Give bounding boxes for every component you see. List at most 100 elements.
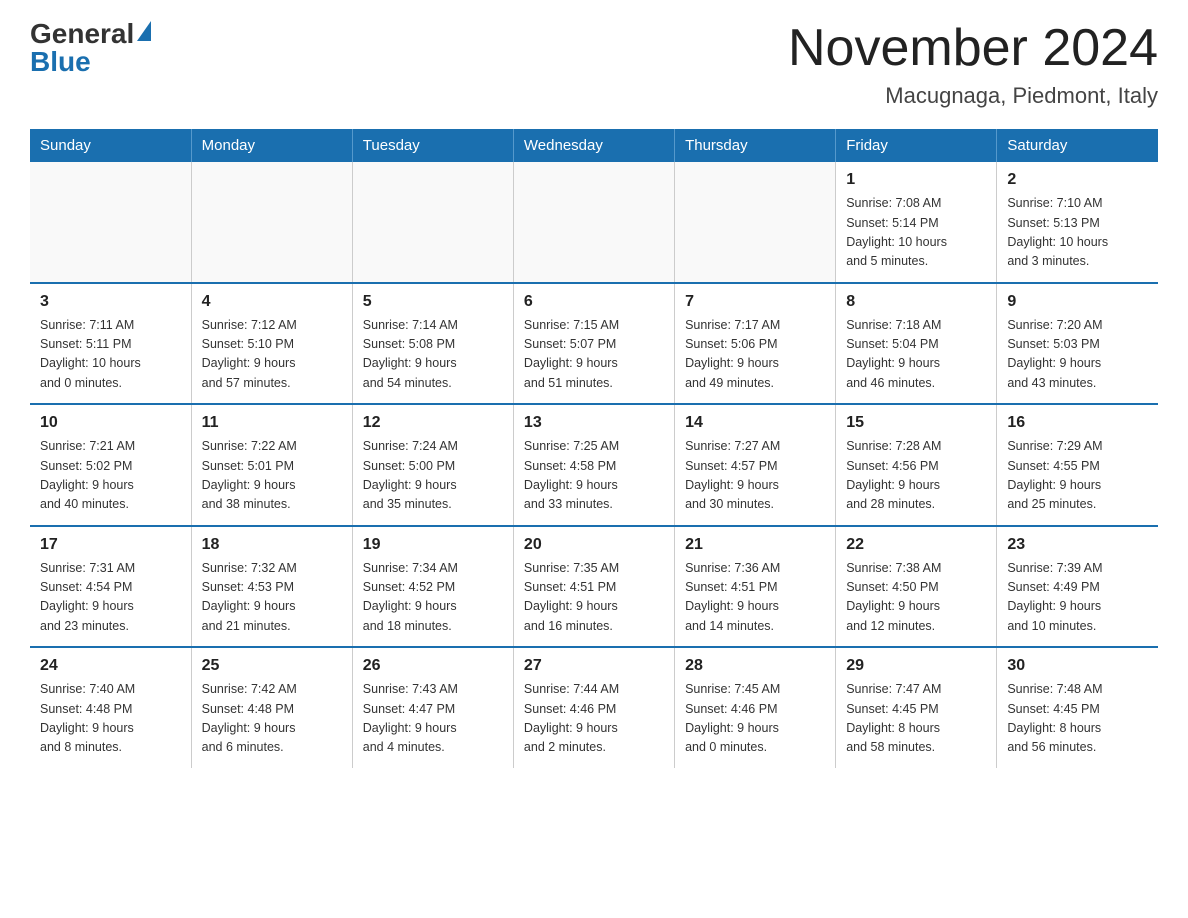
- calendar-cell: [352, 162, 513, 283]
- day-info: Sunrise: 7:28 AM Sunset: 4:56 PM Dayligh…: [846, 437, 986, 515]
- day-number: 15: [846, 411, 986, 435]
- day-info: Sunrise: 7:39 AM Sunset: 4:49 PM Dayligh…: [1007, 559, 1148, 637]
- day-number: 10: [40, 411, 181, 435]
- day-number: 14: [685, 411, 825, 435]
- calendar-week-row: 10Sunrise: 7:21 AM Sunset: 5:02 PM Dayli…: [30, 404, 1158, 526]
- calendar-cell: 8Sunrise: 7:18 AM Sunset: 5:04 PM Daylig…: [836, 283, 997, 405]
- weekday-header-monday: Monday: [191, 129, 352, 162]
- day-number: 8: [846, 290, 986, 314]
- calendar-cell: 2Sunrise: 7:10 AM Sunset: 5:13 PM Daylig…: [997, 162, 1158, 283]
- day-info: Sunrise: 7:24 AM Sunset: 5:00 PM Dayligh…: [363, 437, 503, 515]
- calendar-week-row: 17Sunrise: 7:31 AM Sunset: 4:54 PM Dayli…: [30, 526, 1158, 648]
- page-header: General Blue November 2024 Macugnaga, Pi…: [30, 20, 1158, 109]
- day-number: 9: [1007, 290, 1148, 314]
- calendar-table: SundayMondayTuesdayWednesdayThursdayFrid…: [30, 129, 1158, 768]
- calendar-cell: 4Sunrise: 7:12 AM Sunset: 5:10 PM Daylig…: [191, 283, 352, 405]
- day-info: Sunrise: 7:18 AM Sunset: 5:04 PM Dayligh…: [846, 316, 986, 394]
- calendar-cell: 26Sunrise: 7:43 AM Sunset: 4:47 PM Dayli…: [352, 647, 513, 768]
- day-info: Sunrise: 7:44 AM Sunset: 4:46 PM Dayligh…: [524, 680, 664, 758]
- calendar-cell: [513, 162, 674, 283]
- calendar-cell: 10Sunrise: 7:21 AM Sunset: 5:02 PM Dayli…: [30, 404, 191, 526]
- logo: General Blue: [30, 20, 151, 76]
- calendar-header: SundayMondayTuesdayWednesdayThursdayFrid…: [30, 129, 1158, 162]
- calendar-cell: 3Sunrise: 7:11 AM Sunset: 5:11 PM Daylig…: [30, 283, 191, 405]
- day-number: 24: [40, 654, 181, 678]
- calendar-cell: [675, 162, 836, 283]
- weekday-header-sunday: Sunday: [30, 129, 191, 162]
- day-number: 7: [685, 290, 825, 314]
- calendar-cell: 13Sunrise: 7:25 AM Sunset: 4:58 PM Dayli…: [513, 404, 674, 526]
- calendar-cell: 22Sunrise: 7:38 AM Sunset: 4:50 PM Dayli…: [836, 526, 997, 648]
- day-number: 22: [846, 533, 986, 557]
- day-info: Sunrise: 7:29 AM Sunset: 4:55 PM Dayligh…: [1007, 437, 1148, 515]
- logo-blue-text: Blue: [30, 48, 91, 76]
- day-info: Sunrise: 7:35 AM Sunset: 4:51 PM Dayligh…: [524, 559, 664, 637]
- day-number: 4: [202, 290, 342, 314]
- calendar-cell: [191, 162, 352, 283]
- day-number: 11: [202, 411, 342, 435]
- day-number: 5: [363, 290, 503, 314]
- day-number: 27: [524, 654, 664, 678]
- day-info: Sunrise: 7:27 AM Sunset: 4:57 PM Dayligh…: [685, 437, 825, 515]
- day-info: Sunrise: 7:36 AM Sunset: 4:51 PM Dayligh…: [685, 559, 825, 637]
- calendar-cell: 30Sunrise: 7:48 AM Sunset: 4:45 PM Dayli…: [997, 647, 1158, 768]
- logo-triangle-icon: [137, 21, 151, 41]
- calendar-cell: 21Sunrise: 7:36 AM Sunset: 4:51 PM Dayli…: [675, 526, 836, 648]
- weekday-header-wednesday: Wednesday: [513, 129, 674, 162]
- calendar-cell: 5Sunrise: 7:14 AM Sunset: 5:08 PM Daylig…: [352, 283, 513, 405]
- calendar-cell: 19Sunrise: 7:34 AM Sunset: 4:52 PM Dayli…: [352, 526, 513, 648]
- day-number: 23: [1007, 533, 1148, 557]
- day-number: 16: [1007, 411, 1148, 435]
- weekday-header-tuesday: Tuesday: [352, 129, 513, 162]
- calendar-cell: 17Sunrise: 7:31 AM Sunset: 4:54 PM Dayli…: [30, 526, 191, 648]
- calendar-body: 1Sunrise: 7:08 AM Sunset: 5:14 PM Daylig…: [30, 162, 1158, 768]
- logo-general-text: General: [30, 20, 134, 48]
- day-info: Sunrise: 7:22 AM Sunset: 5:01 PM Dayligh…: [202, 437, 342, 515]
- day-number: 1: [846, 168, 986, 192]
- calendar-week-row: 3Sunrise: 7:11 AM Sunset: 5:11 PM Daylig…: [30, 283, 1158, 405]
- day-info: Sunrise: 7:25 AM Sunset: 4:58 PM Dayligh…: [524, 437, 664, 515]
- day-info: Sunrise: 7:31 AM Sunset: 4:54 PM Dayligh…: [40, 559, 181, 637]
- day-info: Sunrise: 7:17 AM Sunset: 5:06 PM Dayligh…: [685, 316, 825, 394]
- day-info: Sunrise: 7:47 AM Sunset: 4:45 PM Dayligh…: [846, 680, 986, 758]
- title-block: November 2024 Macugnaga, Piedmont, Italy: [788, 20, 1158, 109]
- day-number: 25: [202, 654, 342, 678]
- day-info: Sunrise: 7:45 AM Sunset: 4:46 PM Dayligh…: [685, 680, 825, 758]
- calendar-cell: 18Sunrise: 7:32 AM Sunset: 4:53 PM Dayli…: [191, 526, 352, 648]
- day-number: 19: [363, 533, 503, 557]
- day-info: Sunrise: 7:38 AM Sunset: 4:50 PM Dayligh…: [846, 559, 986, 637]
- day-number: 26: [363, 654, 503, 678]
- day-number: 30: [1007, 654, 1148, 678]
- calendar-cell: 7Sunrise: 7:17 AM Sunset: 5:06 PM Daylig…: [675, 283, 836, 405]
- day-number: 3: [40, 290, 181, 314]
- calendar-cell: 9Sunrise: 7:20 AM Sunset: 5:03 PM Daylig…: [997, 283, 1158, 405]
- day-number: 13: [524, 411, 664, 435]
- weekday-header-row: SundayMondayTuesdayWednesdayThursdayFrid…: [30, 129, 1158, 162]
- day-info: Sunrise: 7:21 AM Sunset: 5:02 PM Dayligh…: [40, 437, 181, 515]
- day-info: Sunrise: 7:10 AM Sunset: 5:13 PM Dayligh…: [1007, 194, 1148, 272]
- calendar-cell: 27Sunrise: 7:44 AM Sunset: 4:46 PM Dayli…: [513, 647, 674, 768]
- day-info: Sunrise: 7:15 AM Sunset: 5:07 PM Dayligh…: [524, 316, 664, 394]
- day-number: 20: [524, 533, 664, 557]
- day-number: 28: [685, 654, 825, 678]
- calendar-cell: 23Sunrise: 7:39 AM Sunset: 4:49 PM Dayli…: [997, 526, 1158, 648]
- day-number: 6: [524, 290, 664, 314]
- day-number: 12: [363, 411, 503, 435]
- day-number: 18: [202, 533, 342, 557]
- day-info: Sunrise: 7:34 AM Sunset: 4:52 PM Dayligh…: [363, 559, 503, 637]
- weekday-header-saturday: Saturday: [997, 129, 1158, 162]
- day-info: Sunrise: 7:20 AM Sunset: 5:03 PM Dayligh…: [1007, 316, 1148, 394]
- calendar-cell: 24Sunrise: 7:40 AM Sunset: 4:48 PM Dayli…: [30, 647, 191, 768]
- calendar-cell: 28Sunrise: 7:45 AM Sunset: 4:46 PM Dayli…: [675, 647, 836, 768]
- calendar-week-row: 1Sunrise: 7:08 AM Sunset: 5:14 PM Daylig…: [30, 162, 1158, 283]
- day-number: 2: [1007, 168, 1148, 192]
- day-number: 29: [846, 654, 986, 678]
- calendar-cell: 12Sunrise: 7:24 AM Sunset: 5:00 PM Dayli…: [352, 404, 513, 526]
- location-subtitle: Macugnaga, Piedmont, Italy: [788, 83, 1158, 109]
- calendar-cell: 1Sunrise: 7:08 AM Sunset: 5:14 PM Daylig…: [836, 162, 997, 283]
- calendar-cell: 29Sunrise: 7:47 AM Sunset: 4:45 PM Dayli…: [836, 647, 997, 768]
- day-info: Sunrise: 7:48 AM Sunset: 4:45 PM Dayligh…: [1007, 680, 1148, 758]
- day-number: 21: [685, 533, 825, 557]
- day-info: Sunrise: 7:42 AM Sunset: 4:48 PM Dayligh…: [202, 680, 342, 758]
- calendar-cell: [30, 162, 191, 283]
